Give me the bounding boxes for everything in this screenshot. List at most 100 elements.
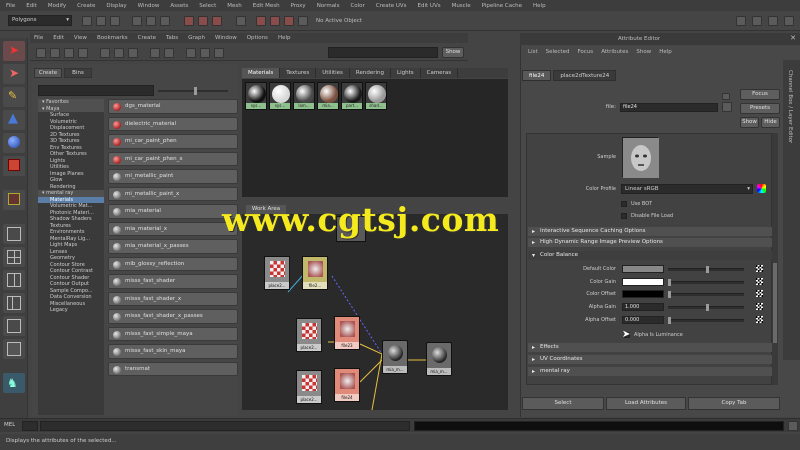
graph-node[interactable]: file23 [334, 316, 360, 350]
ae-tab[interactable]: file24 [522, 70, 552, 81]
attr-slider[interactable] [668, 293, 744, 296]
lasso-tool-button[interactable]: ➤ [3, 64, 25, 84]
hs-menu-create[interactable]: Create [138, 35, 156, 41]
ae-menu-help[interactable]: Help [659, 47, 672, 57]
ae-menu-selected[interactable]: Selected [546, 47, 570, 57]
color-swatch[interactable] [622, 290, 664, 298]
menu-display[interactable]: Display [106, 3, 126, 9]
graph-node[interactable]: place2... [296, 370, 322, 404]
layout-single-button[interactable] [3, 224, 25, 244]
menu-edit-mesh[interactable]: Edit Mesh [253, 3, 280, 9]
menu-modify[interactable]: Modify [48, 3, 66, 9]
color-swatch[interactable] [622, 265, 664, 273]
map-texture-icon[interactable] [756, 278, 763, 285]
create-node-button[interactable]: misss_fast_shader_x [108, 291, 238, 306]
script-language-toggle[interactable] [22, 421, 38, 431]
ae-menu-attributes[interactable]: Attributes [601, 47, 628, 57]
create-node-button[interactable]: mia_material_x [108, 221, 238, 236]
save-scene-icon[interactable] [110, 16, 120, 26]
tab-utilities[interactable]: Utilities [316, 68, 350, 78]
graph-node[interactable]: place2... [296, 318, 322, 352]
attr-section-header[interactable]: Effects [528, 343, 772, 352]
load-attributes-button[interactable]: Load Attributes [606, 397, 686, 410]
create-node-button[interactable]: mib_glossy_reflection [108, 256, 238, 271]
color-management-icon[interactable] [757, 184, 766, 193]
hs-menu-options[interactable]: Options [247, 35, 268, 41]
create-node-button[interactable]: dielectric_material [108, 116, 238, 131]
hs-menu-graph[interactable]: Graph [188, 35, 205, 41]
simple-mode-icon[interactable] [186, 48, 196, 58]
graph-node[interactable]: mia_m... [382, 340, 408, 374]
create-node-button[interactable]: misss_fast_shader_x_passes [108, 309, 238, 324]
scale-tool-button[interactable] [3, 156, 25, 176]
material-swatch[interactable]: shad... [365, 82, 387, 110]
graph-input-icon[interactable] [100, 48, 110, 58]
new-scene-icon[interactable] [82, 16, 92, 26]
map-texture-icon[interactable] [756, 316, 763, 323]
open-scene-icon[interactable] [96, 16, 106, 26]
select-hierarchy-icon[interactable] [132, 16, 142, 26]
menu-assets[interactable]: Assets [170, 3, 188, 9]
menu-window[interactable]: Window [138, 3, 160, 9]
select-button[interactable]: Select [522, 397, 604, 410]
graph-output-icon[interactable] [128, 48, 138, 58]
select-object-icon[interactable] [146, 16, 156, 26]
full-mode-icon[interactable] [214, 48, 224, 58]
scrollbar-thumb[interactable] [773, 263, 777, 343]
create-node-button[interactable]: mia_material [108, 204, 238, 219]
tab-textures[interactable]: Textures [280, 68, 317, 78]
slider-knob[interactable] [706, 266, 709, 273]
rotate-tool-button[interactable] [3, 133, 25, 153]
create-node-button[interactable]: transmat [108, 361, 238, 376]
map-texture-icon[interactable] [756, 290, 763, 297]
menu-mesh[interactable]: Mesh [227, 3, 241, 9]
rearrange-graph-icon[interactable] [164, 48, 174, 58]
command-input[interactable] [40, 421, 410, 431]
tab-cameras[interactable]: Cameras [421, 68, 459, 78]
show-bottom-tabs-icon[interactable] [64, 48, 74, 58]
create-node-button[interactable]: mi_metallic_paint_x [108, 186, 238, 201]
create-node-button[interactable]: mi_car_paint_phen_x [108, 151, 238, 166]
create-node-button[interactable]: mi_metallic_paint [108, 169, 238, 184]
menu-create[interactable]: Create [77, 3, 95, 9]
copy-tab-button[interactable]: Copy Tab [688, 397, 780, 410]
hide-button[interactable]: Hide [761, 117, 780, 128]
snap-curve-icon[interactable] [198, 16, 208, 26]
attr-section-header[interactable]: Color Balance [528, 251, 772, 260]
layout-graph-button[interactable] [3, 316, 25, 336]
select-component-icon[interactable] [160, 16, 170, 26]
menu-pipeline-cache[interactable]: Pipeline Cache [482, 3, 522, 9]
select-tool-button[interactable]: ➤ [3, 41, 25, 61]
menu-edit-uvs[interactable]: Edit UVs [418, 3, 441, 9]
snap-grid-icon[interactable] [184, 16, 194, 26]
color-swatch[interactable] [622, 278, 664, 286]
connected-mode-icon[interactable] [200, 48, 210, 58]
attr-section-header[interactable]: UV Coordinates [528, 355, 772, 364]
render-settings-icon[interactable] [284, 16, 294, 26]
toggle-attribute-editor-icon[interactable] [752, 16, 762, 26]
tab-bins[interactable]: Bins [64, 68, 92, 78]
tab-materials[interactable]: Materials [242, 68, 281, 78]
graph-node[interactable]: file2... [302, 256, 328, 290]
tab-lights[interactable]: Lights [391, 68, 421, 78]
hs-menu-tabs[interactable]: Tabs [166, 35, 178, 41]
presets-button[interactable]: Presets [740, 103, 780, 114]
last-tool-button[interactable] [3, 190, 25, 210]
menu-select[interactable]: Select [199, 3, 216, 9]
attr-section-header[interactable]: mental ray [528, 367, 772, 376]
menu-set-dropdown[interactable]: Polygons ▾ [8, 15, 72, 26]
go-to-output-icon[interactable] [722, 93, 730, 100]
script-editor-icon[interactable] [788, 421, 798, 431]
menu-help[interactable]: Help [533, 3, 546, 9]
menu-edit[interactable]: Edit [26, 3, 37, 9]
hs-menu-help[interactable]: Help [278, 35, 291, 41]
menu-color[interactable]: Color [350, 3, 364, 9]
layout-four-button[interactable] [3, 247, 25, 267]
tab-rendering[interactable]: Rendering [350, 68, 392, 78]
attr-number-field[interactable]: 0.000 [622, 316, 664, 324]
hs-menu-view[interactable]: View [74, 35, 87, 41]
menu-muscle[interactable]: Muscle [452, 3, 471, 9]
close-icon[interactable]: ✕ [790, 34, 796, 42]
menu-normals[interactable]: Normals [317, 3, 340, 9]
attr-slider[interactable] [668, 281, 744, 284]
